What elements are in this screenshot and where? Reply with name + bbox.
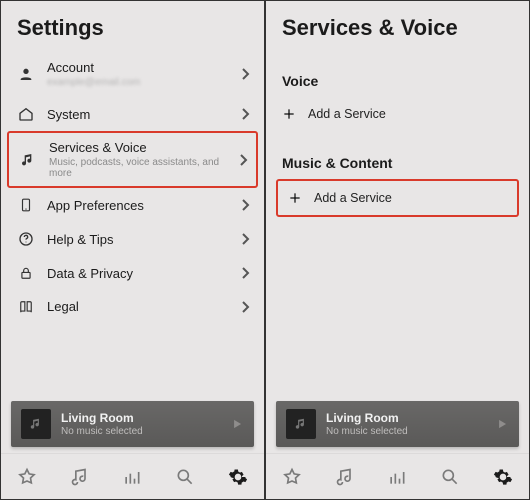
settings-item-system[interactable]: System — [1, 97, 264, 131]
settings-item-help-tips[interactable]: Help & Tips — [1, 222, 264, 256]
chevron-right-icon — [240, 107, 250, 121]
play-icon[interactable] — [230, 417, 244, 431]
settings-item-services-voice[interactable]: Services & Voice Music, podcasts, voice … — [7, 131, 258, 188]
tab-rooms[interactable] — [112, 467, 152, 487]
row-label: Legal — [47, 299, 240, 314]
row-subtitle: Music, podcasts, voice assistants, and m… — [49, 157, 238, 179]
chevron-right-icon — [240, 232, 250, 246]
phone-icon — [15, 197, 37, 213]
add-service-label: Add a Service — [304, 191, 392, 205]
plus-icon — [286, 191, 304, 205]
page-title: Services & Voice — [266, 1, 529, 51]
page-title: Settings — [1, 1, 264, 51]
mini-player[interactable]: Living Room No music selected — [276, 401, 519, 447]
player-status: No music selected — [326, 426, 495, 437]
tab-settings[interactable] — [218, 467, 258, 487]
chevron-right-icon — [238, 153, 248, 167]
tab-favorites[interactable] — [272, 467, 312, 487]
tab-music[interactable] — [60, 467, 100, 487]
row-label: System — [47, 107, 240, 122]
row-label: Account — [47, 60, 240, 75]
settings-screen: Settings Account example@email.com Sys — [0, 0, 265, 500]
album-art-placeholder — [286, 409, 316, 439]
settings-item-app-preferences[interactable]: App Preferences — [1, 188, 264, 222]
person-icon — [15, 66, 37, 82]
row-label: App Preferences — [47, 198, 240, 213]
tab-rooms[interactable] — [377, 467, 417, 487]
tab-bar — [1, 453, 264, 499]
settings-item-legal[interactable]: Legal — [1, 290, 264, 323]
settings-item-data-privacy[interactable]: Data & Privacy — [1, 256, 264, 290]
tab-search[interactable] — [165, 467, 205, 487]
tab-music[interactable] — [325, 467, 365, 487]
services-voice-screen: Services & Voice Voice Add a Service Mus… — [265, 0, 530, 500]
section-header-music: Music & Content — [266, 133, 529, 177]
chevron-right-icon — [240, 266, 250, 280]
chevron-right-icon — [240, 67, 250, 81]
row-label: Help & Tips — [47, 232, 240, 247]
mini-player[interactable]: Living Room No music selected — [11, 401, 254, 447]
tab-settings[interactable] — [483, 467, 523, 487]
section-header-voice: Voice — [266, 51, 529, 95]
player-status: No music selected — [61, 426, 230, 437]
album-art-placeholder — [21, 409, 51, 439]
row-label: Data & Privacy — [47, 266, 240, 281]
book-icon — [15, 300, 37, 314]
player-room: Living Room — [326, 411, 495, 425]
play-icon[interactable] — [495, 417, 509, 431]
row-subtitle: example@email.com — [47, 77, 240, 88]
chevron-right-icon — [240, 300, 250, 314]
tab-bar — [266, 453, 529, 499]
help-icon — [15, 231, 37, 247]
add-service-label: Add a Service — [298, 107, 386, 121]
music-note-icon — [17, 152, 39, 168]
lock-icon — [15, 265, 37, 281]
settings-item-account[interactable]: Account example@email.com — [1, 51, 264, 97]
tab-favorites[interactable] — [7, 467, 47, 487]
settings-list: Account example@email.com System — [1, 51, 264, 323]
player-room: Living Room — [61, 411, 230, 425]
plus-icon — [280, 107, 298, 121]
add-voice-service[interactable]: Add a Service — [266, 95, 529, 133]
row-label: Services & Voice — [49, 140, 238, 155]
tab-search[interactable] — [430, 467, 470, 487]
chevron-right-icon — [240, 198, 250, 212]
add-music-service[interactable]: Add a Service — [276, 179, 519, 217]
home-icon — [15, 106, 37, 122]
